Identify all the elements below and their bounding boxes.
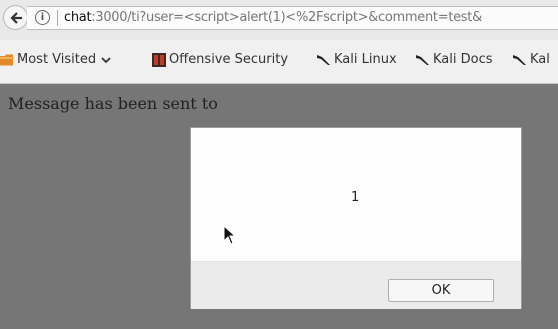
bookmarks-toolbar: Most Visited Offensive Security Kali Lin… [0, 40, 558, 84]
url-path: :3000/ti?user=<script>alert(1)<%2Fscript… [91, 10, 482, 25]
address-bar[interactable]: i chat:3000/ti?user=<script>alert(1)<%2F… [27, 6, 558, 30]
bookmark-label: Kali Docs [433, 52, 493, 67]
kali-dragon-icon [317, 54, 330, 65]
bookmark-label: Kal [530, 52, 550, 67]
url-host: chat [64, 10, 92, 25]
kali-dragon-icon [416, 54, 429, 65]
url-separator [57, 10, 58, 26]
ok-button[interactable]: OK [388, 279, 494, 302]
bookmark-kali-docs[interactable]: Kali Docs [415, 52, 493, 67]
bookmark-kali-truncated[interactable]: Kal [512, 52, 550, 67]
bookmark-offensive-security[interactable]: Offensive Security [152, 52, 288, 67]
kali-dragon-icon [513, 54, 526, 65]
alert-footer: OK [191, 261, 521, 309]
chevron-down-icon [101, 56, 111, 63]
bookmark-most-visited[interactable]: Most Visited [0, 52, 111, 67]
alert-dialog: 1 OK [190, 127, 522, 309]
page-message: Message has been sent to [8, 94, 218, 113]
back-arrow-icon [10, 12, 22, 24]
alert-body: 1 [191, 128, 521, 261]
url-toolbar: i chat:3000/ti?user=<script>alert(1)<%2F… [0, 0, 558, 40]
info-icon[interactable]: i [35, 10, 50, 25]
bookmark-label: Kali Linux [334, 52, 397, 67]
url-text: chat:3000/ti?user=<script>alert(1)<%2Fsc… [64, 10, 482, 25]
folder-icon [0, 54, 14, 65]
back-button[interactable] [3, 5, 28, 30]
bookmark-kali-linux[interactable]: Kali Linux [316, 52, 397, 67]
mouse-cursor-icon [223, 225, 237, 245]
alert-message: 1 [351, 190, 360, 205]
offsec-icon [152, 52, 166, 67]
bookmark-label: Most Visited [17, 52, 97, 67]
bookmark-label: Offensive Security [169, 52, 289, 67]
